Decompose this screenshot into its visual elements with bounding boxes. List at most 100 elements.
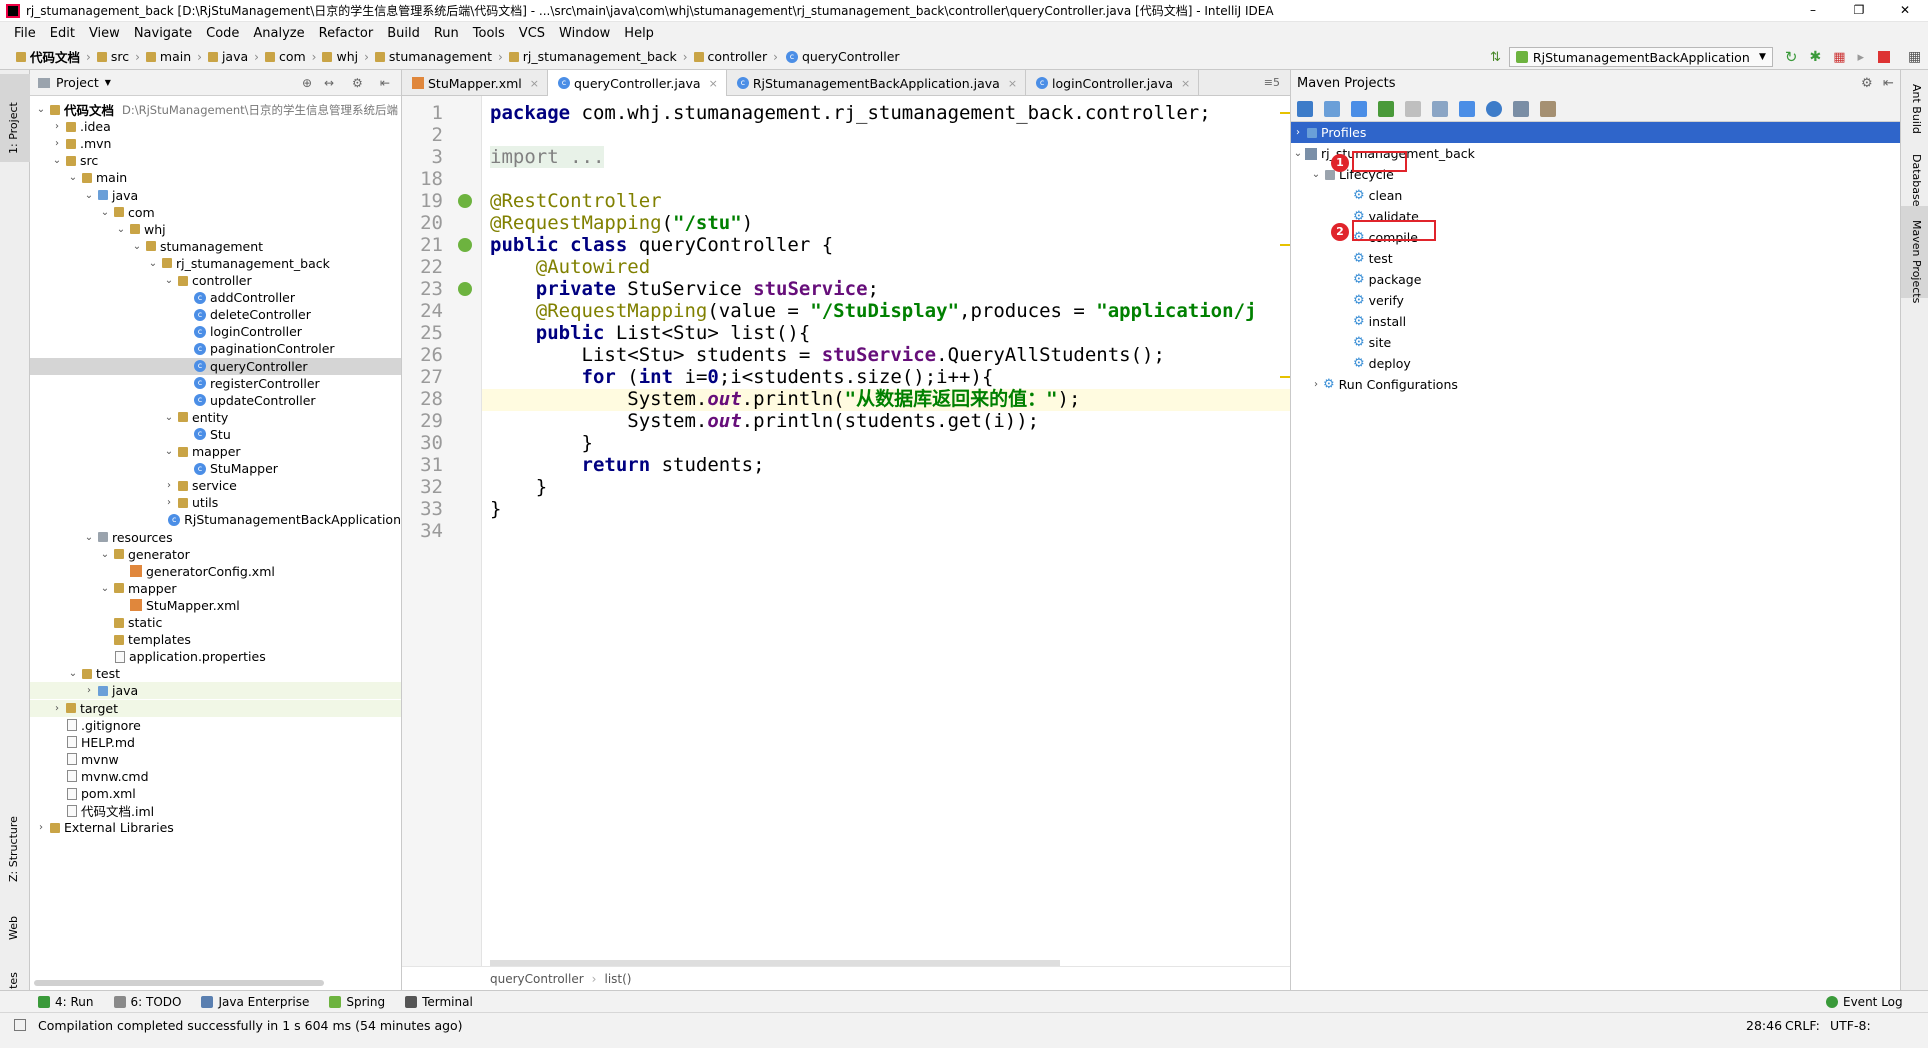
breadcrumb-item[interactable]: main › (145, 49, 202, 64)
close-icon[interactable]: ✕ (1882, 0, 1928, 22)
crumb-class[interactable]: queryController (490, 972, 584, 986)
hide-icon[interactable]: ⇤ (1883, 76, 1894, 91)
add-icon[interactable] (1378, 100, 1394, 117)
run-config-select[interactable]: RjStumanagementBackApplication ▼ (1508, 47, 1773, 67)
project-tree-item[interactable]: ⌄ src (30, 152, 401, 169)
menu-navigate[interactable]: Navigate (134, 26, 192, 41)
tab-maven-projects[interactable]: Maven Projects (1910, 220, 1923, 303)
editor-tab[interactable]: c queryController.java × (548, 70, 727, 96)
run-goal-icon[interactable] (1405, 100, 1421, 117)
project-tree-item[interactable]: c registerController (30, 375, 401, 392)
maven-goal-package[interactable]: ⚙ package (1353, 269, 1421, 290)
project-tree-item[interactable]: StuMapper.xml (30, 597, 401, 614)
tab-run[interactable]: 4: Run (38, 995, 94, 1009)
project-tree-item[interactable]: pom.xml (30, 785, 401, 802)
project-tree-item[interactable]: c queryController (30, 357, 401, 375)
profiles-row[interactable]: › Profiles (1291, 122, 1900, 143)
breadcrumb-item[interactable]: rj_stumanagement_back › (508, 49, 688, 64)
project-tree-item[interactable]: mvnw.cmd (30, 768, 401, 785)
generate-sources-icon[interactable] (1324, 100, 1340, 117)
debug-icon[interactable]: ✱ (1809, 49, 1821, 65)
project-tree-item[interactable]: ⌄ generator (30, 546, 401, 563)
locate-icon[interactable]: ⊕ (302, 76, 312, 90)
project-tree-item[interactable]: c deleteController (30, 306, 401, 323)
project-tree-item[interactable]: ⌄ whj (30, 221, 401, 238)
file-encoding[interactable]: UTF-8: (1830, 1018, 1871, 1033)
project-tree-item[interactable]: › External Libraries (30, 819, 401, 836)
breadcrumb-item[interactable]: controller › (693, 49, 778, 64)
restore-icon[interactable]: ❐ (1836, 0, 1882, 22)
menu-run[interactable]: Run (434, 26, 459, 41)
download-icon[interactable] (1351, 100, 1367, 117)
close-icon[interactable]: × (530, 77, 539, 90)
menu-refactor[interactable]: Refactor (319, 26, 374, 41)
tab-list-icon[interactable]: ≡5 (1264, 76, 1280, 89)
menu-view[interactable]: View (89, 26, 120, 41)
project-tree-item[interactable]: c updateController (30, 392, 401, 409)
project-tree-item[interactable]: ⌄ test (30, 665, 401, 682)
gear-icon[interactable]: ⚙ (1861, 76, 1873, 91)
run-config-icon[interactable] (1432, 100, 1448, 117)
project-tree-item[interactable]: generatorConfig.xml (30, 563, 401, 580)
warning-stripe-mark[interactable] (1280, 376, 1290, 378)
project-tree-item[interactable]: › utils (30, 494, 401, 511)
project-tree-item[interactable]: ⌄ entity (30, 409, 401, 426)
project-panel-title[interactable]: Project (56, 75, 99, 90)
warning-stripe-mark[interactable] (1280, 244, 1290, 246)
project-tree-item[interactable]: › java (30, 682, 401, 700)
tab-structure[interactable]: Z: Structure (7, 816, 20, 882)
menu-edit[interactable]: Edit (50, 26, 75, 41)
maven-goal-deploy[interactable]: ⚙ deploy (1353, 353, 1411, 374)
maven-goal-verify[interactable]: ⚙ verify (1353, 290, 1404, 311)
project-tree-item[interactable]: ⌄ java (30, 187, 401, 204)
tab-todo[interactable]: 6: TODO (113, 995, 181, 1009)
project-tree-item[interactable]: 代码文档.iml (30, 802, 401, 819)
maven-goal-clean[interactable]: ⚙ clean (1353, 185, 1402, 206)
tab-project[interactable]: 1: Project (7, 102, 20, 154)
project-tree-item[interactable]: c Stu (30, 426, 401, 443)
tab-java-enterprise[interactable]: Java Enterprise (201, 995, 309, 1009)
project-tree-item[interactable]: › .idea (30, 118, 401, 135)
code-area[interactable]: package com.whj.stumanagement.rj_stumana… (402, 96, 1290, 966)
collapse-all-icon[interactable] (1513, 100, 1529, 117)
project-tree-item[interactable]: ⌄ resources (30, 529, 401, 546)
menu-build[interactable]: Build (387, 26, 420, 41)
maven-goal-site[interactable]: ⚙ site (1353, 332, 1391, 353)
breadcrumb-item[interactable]: stumanagement › (374, 49, 503, 64)
breadcrumb-item[interactable]: c queryController (784, 49, 900, 64)
tab-spring[interactable]: Spring (329, 995, 385, 1009)
run-configurations-row[interactable]: › ⚙ Run Configurations (1309, 374, 1458, 395)
menu-tools[interactable]: Tools (473, 26, 505, 41)
code-line[interactable]: } (490, 496, 501, 523)
gear-icon[interactable]: ⚙ (352, 76, 363, 90)
project-tree-item[interactable]: › service (30, 477, 401, 494)
breadcrumb-item[interactable]: com › (264, 49, 316, 64)
horizontal-scrollbar[interactable] (34, 980, 324, 986)
menu-analyze[interactable]: Analyze (253, 26, 304, 41)
project-tree-item[interactable]: c paginationControler (30, 340, 401, 357)
chevron-down-icon[interactable]: ▼ (105, 78, 111, 87)
maven-goal-test[interactable]: ⚙ test (1353, 248, 1393, 269)
project-tree-item[interactable]: ⌄ rj_stumanagement_back (30, 255, 401, 272)
status-toggle-icon[interactable] (14, 1019, 26, 1031)
breadcrumb-item[interactable]: 代码文档 › (16, 47, 91, 66)
project-tree-item[interactable]: c addController (30, 289, 401, 306)
profile-icon[interactable]: ▸ (1858, 50, 1865, 65)
breadcrumb-item[interactable]: whj › (322, 49, 369, 64)
menu-vcs[interactable]: VCS (519, 26, 545, 41)
menu-window[interactable]: Window (559, 26, 610, 41)
tab-database[interactable]: Database (1910, 154, 1923, 207)
project-tree-item[interactable]: ⌄ main (30, 169, 401, 186)
coverage-icon[interactable]: ▦ (1833, 50, 1845, 65)
editor-tab[interactable]: c loginController.java × (1026, 70, 1200, 96)
project-tree-item[interactable]: c loginController (30, 323, 401, 340)
reimport-icon[interactable] (1297, 100, 1313, 117)
hide-icon[interactable]: ⇤ (380, 76, 390, 90)
close-icon[interactable]: × (1008, 77, 1017, 90)
project-tree-item[interactable]: ⌄ com (30, 204, 401, 221)
cursor-position[interactable]: 28:46 (1746, 1018, 1782, 1033)
skip-tests-icon[interactable] (1486, 100, 1502, 117)
code-line[interactable]: package com.whj.stumanagement.rj_stumana… (490, 100, 1211, 127)
menu-file[interactable]: File (14, 26, 36, 41)
tab-ant-build[interactable]: Ant Build (1910, 84, 1923, 134)
